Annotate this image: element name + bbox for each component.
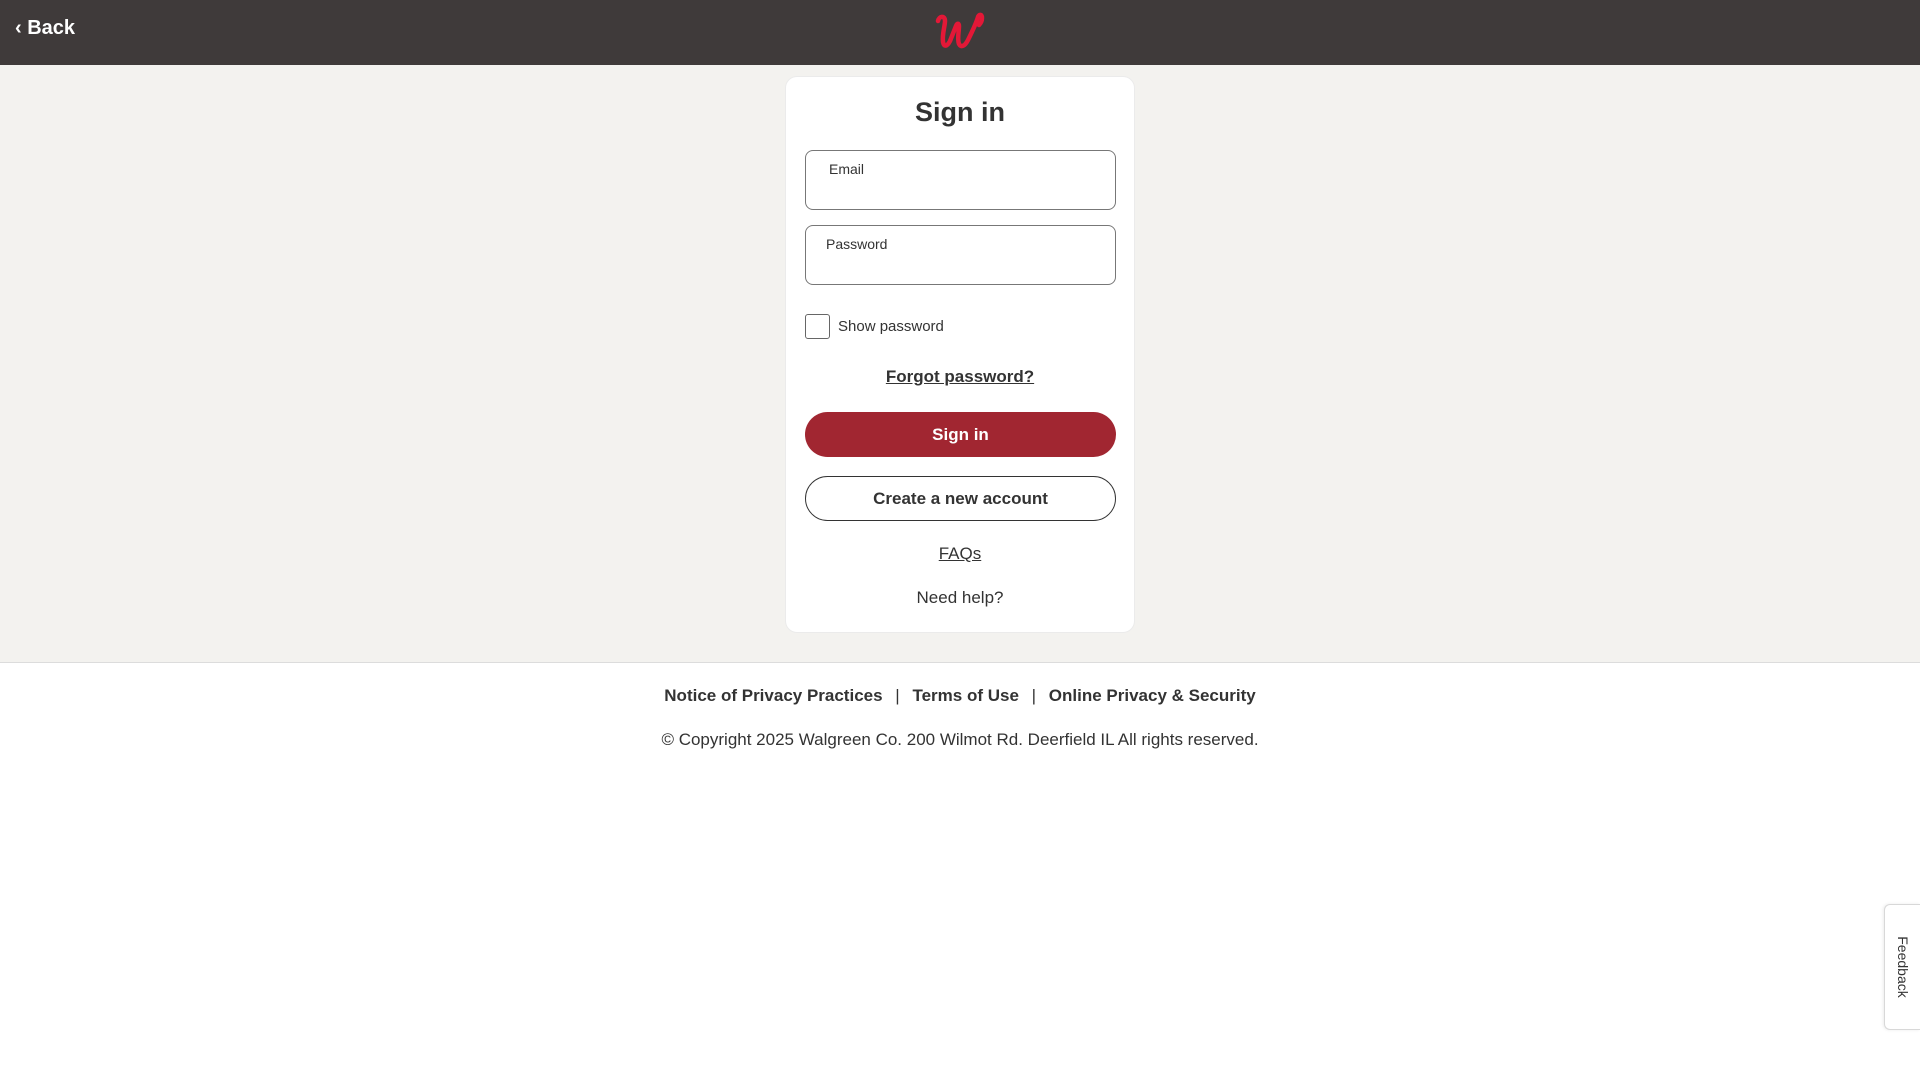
signin-card: Sign in Email Password Show password For… [785,76,1135,633]
need-help-text: Need help? [916,588,1004,607]
email-field[interactable]: Email [805,150,1116,210]
footer-separator: | [895,686,900,705]
show-password-checkbox[interactable] [805,314,830,339]
password-field[interactable]: Password [805,225,1116,285]
email-label: Email [829,161,865,177]
create-account-button[interactable]: Create a new account [805,476,1116,521]
sign-in-button[interactable]: Sign in [805,412,1116,457]
copyright-text: © Copyright 2025 Walgreen Co. 200 Wilmot… [661,730,1259,749]
top-navigation-bar: ‹ Back [0,0,1920,65]
forgot-password-link[interactable]: Forgot password? [786,367,1134,387]
main-content-area: Sign in Email Password Show password For… [0,65,1920,663]
footer-links: Notice of Privacy Practices | Terms of U… [0,686,1920,706]
footer-link-privacy-practices[interactable]: Notice of Privacy Practices [664,686,882,705]
password-label: Password [826,236,888,252]
feedback-label: Feedback [1894,936,1911,998]
back-link[interactable]: ‹ Back [15,17,75,40]
faqs-link[interactable]: FAQs [786,544,1134,564]
show-password-toggle[interactable]: Show password [805,314,944,339]
walgreens-w-logo-icon[interactable] [932,12,988,52]
show-password-label: Show password [838,318,944,335]
page-title: Sign in [915,97,1005,127]
footer-link-online-privacy[interactable]: Online Privacy & Security [1049,686,1256,705]
feedback-tab[interactable]: Feedback [1884,904,1920,1030]
email-input[interactable] [826,179,1101,203]
password-input[interactable] [826,254,1101,278]
footer-link-terms-of-use[interactable]: Terms of Use [912,686,1018,705]
footer-separator: | [1031,686,1037,705]
